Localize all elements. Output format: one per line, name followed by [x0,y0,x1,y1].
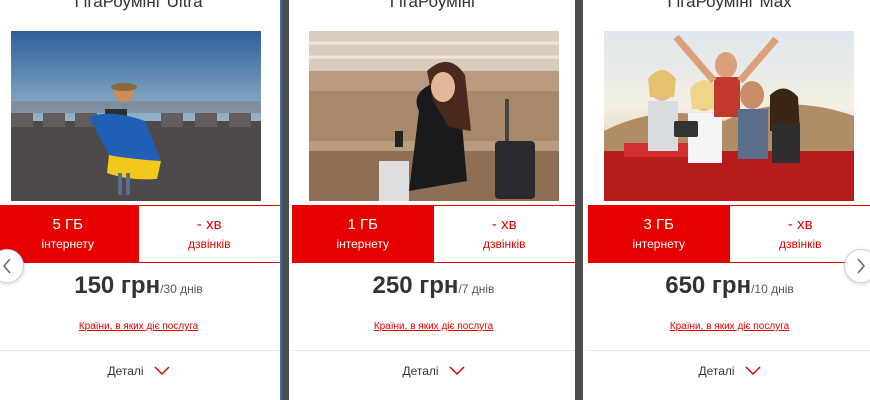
internet-allowance: 1 ГБ інтернету [292,206,434,262]
details-toggle[interactable]: Деталі [588,364,870,378]
tariff-card-ultra: ГігаРоумінг Ultra 5 ГБ інтернету - хв дз… [0,0,280,400]
calls-value: - хв [196,216,222,233]
price-row: 250 грн/7 днів [292,272,575,300]
woman-with-phone-at-airport-photo [309,31,559,201]
chevron-down-icon [745,366,761,376]
price-row: 650 грн/10 днів [588,272,870,300]
internet-unit: інтернету [632,237,686,251]
details-separator [0,350,280,351]
internet-value: 1 ГБ [347,216,378,233]
details-toggle[interactable]: Деталі [292,364,575,378]
card-title: ГігаРоумінг Ultra [74,0,203,11]
friends-selfie-in-convertible-photo [604,31,854,201]
calls-allowance: - хв дзвінків [433,206,575,262]
price: 250 грн [372,272,459,299]
price-period: /7 днів [458,282,495,296]
card-divider [574,0,583,400]
price-row: 150 грн/30 днів [0,272,280,300]
internet-unit: інтернету [336,237,390,251]
price: 150 грн [74,272,161,299]
calls-value: - хв [491,216,517,233]
calls-value: - хв [787,216,813,233]
internet-unit: інтернету [41,237,95,251]
tariff-card-max: ГігаРоумінг Max 3 ГБ інтернету - хв дзві… [588,0,870,400]
internet-allowance: 5 ГБ інтернету [0,206,139,262]
details-label: Деталі [402,364,439,378]
details-separator [292,350,575,351]
calls-unit: дзвінків [779,237,822,251]
tariff-card-standard: ГігаРоумінг 1 ГБ інтернету - хв дзвінків [292,0,575,400]
calls-unit: дзвінків [483,237,526,251]
internet-value: 3 ГБ [643,216,674,233]
price: 650 грн [665,272,752,299]
calls-allowance: - хв дзвінків [138,206,280,262]
tariff-stats: 3 ГБ інтернету - хв дзвінків [588,205,870,263]
tariff-stats: 5 ГБ інтернету - хв дзвінків [0,205,280,263]
details-toggle[interactable]: Деталі [0,364,280,378]
countries-link[interactable]: Країни, в яких діє послуга [292,321,575,332]
card-title: ГігаРоумінг [389,0,478,11]
details-separator [588,350,870,351]
calls-unit: дзвінків [188,237,231,251]
tariff-stats: 1 ГБ інтернету - хв дзвінків [292,205,575,263]
details-label: Деталі [107,364,144,378]
chevron-down-icon [154,366,170,376]
carousel-next-button[interactable] [844,249,870,283]
chevron-down-icon [449,366,465,376]
price-period: /10 днів [751,282,794,296]
countries-link[interactable]: Країни, в яких діє послуга [0,321,280,332]
internet-allowance: 3 ГБ інтернету [588,206,730,262]
internet-value: 5 ГБ [52,216,83,233]
chevron-right-icon [857,258,865,274]
price-period: /30 днів [160,282,203,296]
details-label: Деталі [698,364,735,378]
card-divider [280,0,289,400]
card-title: ГігаРоумінг Max [667,0,792,11]
woman-with-ukrainian-flag-photo [11,31,261,201]
countries-link[interactable]: Країни, в яких діє послуга [588,321,870,332]
chevron-left-icon [3,258,11,274]
